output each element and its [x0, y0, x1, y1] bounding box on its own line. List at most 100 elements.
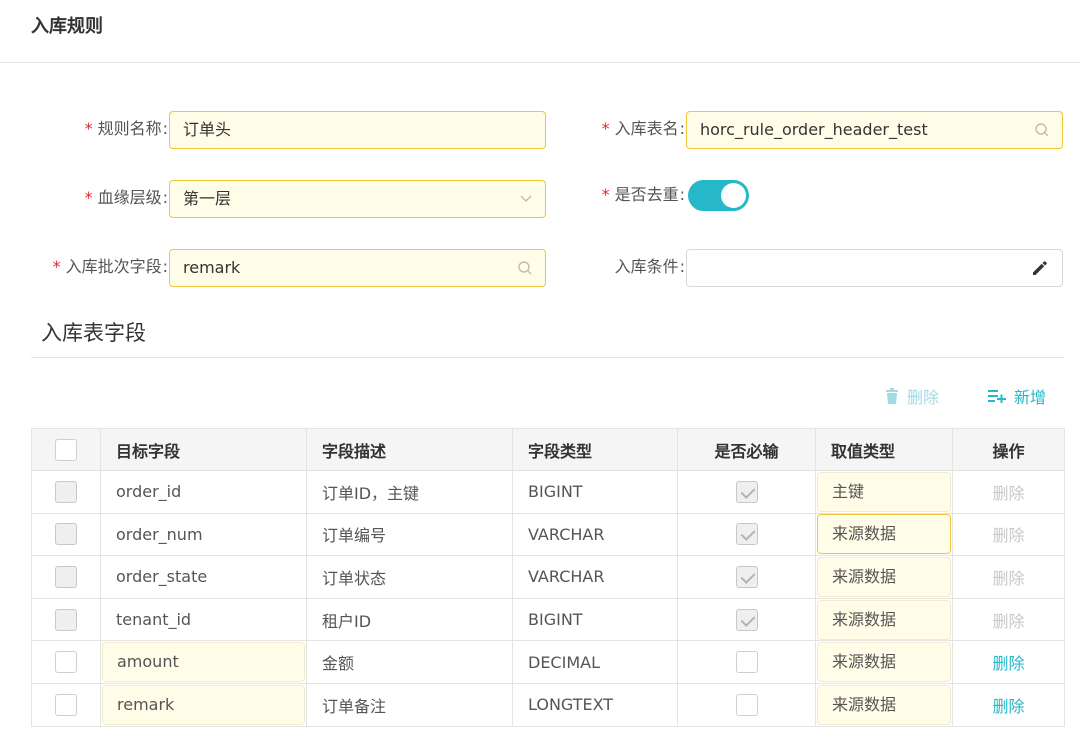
operation-cell: 删除: [952, 597, 1065, 642]
target-field-input[interactable]: amount: [102, 642, 305, 683]
value-type-select[interactable]: 来源数据: [817, 556, 951, 597]
required-mark: *: [601, 119, 610, 138]
target-field-cell: tenant_id: [100, 597, 307, 642]
table-name-input[interactable]: horc_rule_order_header_test: [686, 111, 1063, 149]
section-divider: [31, 357, 1064, 358]
toggle-knob: [721, 183, 746, 208]
value-type-select[interactable]: 来源数据: [817, 599, 951, 640]
row-select-cell: [31, 640, 101, 684]
fields-section-title: 入库表字段: [41, 321, 146, 345]
table-row: remark 订单备注 LONGTEXT 来源数据 删除: [31, 682, 1065, 727]
edit-pencil-icon[interactable]: [1030, 250, 1050, 286]
value-type-cell[interactable]: 来源数据: [815, 597, 953, 642]
batch-field-input[interactable]: remark: [169, 249, 546, 287]
field-desc-cell: 订单备注: [306, 682, 513, 727]
column-header[interactable]: 目标字段: [100, 428, 307, 471]
field-desc-cell: 订单状态: [306, 555, 513, 599]
field-type-cell: VARCHAR: [512, 512, 678, 557]
rule-name-input[interactable]: 订单头: [169, 111, 546, 149]
target-field-cell[interactable]: amount: [100, 640, 307, 684]
required-mark: *: [84, 119, 93, 138]
required-cell: [677, 597, 816, 642]
row-checkbox[interactable]: [55, 693, 77, 716]
fields-table: 目标字段 字段描述 字段类型 是否必输 取值类型 操作 order_id 订单I…: [31, 428, 1065, 727]
required-mark: *: [84, 188, 93, 207]
rule-name-label: * 规则名称:: [84, 119, 168, 138]
add-button[interactable]: 新增: [988, 384, 1046, 408]
value-type-select[interactable]: 来源数据: [817, 514, 951, 555]
row-delete-link: 删除: [992, 611, 1025, 631]
row-delete-link: 删除: [992, 483, 1025, 503]
required-checkbox[interactable]: [735, 651, 758, 674]
row-delete-link[interactable]: 删除: [992, 654, 1024, 673]
row-select-cell: [31, 555, 101, 599]
table-name-label: * 入库表名:: [601, 119, 685, 138]
value-type-cell[interactable]: 来源数据: [815, 555, 953, 599]
batch-field-label: * 入库批次字段:: [52, 257, 168, 276]
value-type-cell[interactable]: 来源数据: [815, 640, 953, 684]
row-select-cell: [31, 470, 101, 514]
dedup-toggle[interactable]: [688, 180, 749, 211]
required-cell: [677, 555, 816, 599]
required-checkbox: [735, 608, 758, 631]
column-header: 操作: [952, 428, 1065, 471]
lineage-level-select[interactable]: 第一层: [169, 180, 546, 218]
target-field-cell: order_num: [100, 512, 307, 557]
value-type-cell[interactable]: 主键: [815, 470, 953, 514]
required-mark: *: [52, 257, 61, 276]
table-row: tenant_id 租户ID BIGINT 来源数据 删除: [31, 597, 1065, 642]
trash-icon: [885, 388, 899, 404]
condition-input[interactable]: [686, 249, 1063, 287]
search-icon[interactable]: [517, 250, 533, 286]
field-type-cell: VARCHAR: [512, 555, 678, 599]
column-header[interactable]: 字段类型: [512, 428, 678, 471]
required-mark: *: [601, 185, 610, 204]
row-select-cell: [31, 512, 101, 557]
field-type-cell: DECIMAL: [512, 640, 678, 684]
table-row: order_state 订单状态 VARCHAR 来源数据 删除: [31, 555, 1065, 599]
delete-button[interactable]: 删除: [885, 384, 939, 408]
table-header-row: 目标字段 字段描述 字段类型 是否必输 取值类型 操作: [31, 428, 1065, 471]
required-checkbox[interactable]: [735, 693, 758, 716]
row-delete-link[interactable]: 删除: [992, 697, 1024, 716]
table-row: order_num 订单编号 VARCHAR 来源数据 删除: [31, 512, 1065, 557]
operation-cell: 删除: [952, 682, 1065, 727]
required-checkbox: [735, 565, 758, 588]
value-type-cell[interactable]: 来源数据: [815, 512, 953, 557]
value-type-cell[interactable]: 来源数据: [815, 682, 953, 727]
row-select-cell: [31, 597, 101, 642]
field-type-cell: BIGINT: [512, 470, 678, 514]
field-desc-cell: 订单ID，主键: [306, 470, 513, 514]
column-header[interactable]: 字段描述: [306, 428, 513, 471]
search-icon[interactable]: [1034, 112, 1050, 148]
value-type-select[interactable]: 主键: [817, 471, 951, 512]
field-type-cell: LONGTEXT: [512, 682, 678, 727]
row-delete-link: 删除: [992, 568, 1025, 588]
table-row: order_id 订单ID，主键 BIGINT 主键 删除: [31, 470, 1065, 514]
row-delete-link: 删除: [992, 526, 1025, 546]
operation-cell: 删除: [952, 555, 1065, 599]
select-all-checkbox[interactable]: [55, 438, 77, 461]
row-checkbox[interactable]: [55, 608, 77, 631]
target-field-cell[interactable]: remark: [100, 682, 307, 727]
operation-cell: 删除: [952, 640, 1065, 684]
condition-label: 入库条件:: [614, 257, 685, 276]
column-header[interactable]: 是否必输: [677, 428, 816, 471]
target-field-input[interactable]: remark: [102, 684, 305, 725]
required-cell: [677, 512, 816, 557]
required-cell: [677, 682, 816, 727]
required-checkbox: [735, 523, 758, 546]
value-type-select[interactable]: 来源数据: [817, 684, 951, 725]
column-header[interactable]: 取值类型: [815, 428, 953, 471]
table-row: amount 金额 DECIMAL 来源数据 删除: [31, 640, 1065, 684]
row-checkbox[interactable]: [55, 565, 77, 588]
field-desc-cell: 租户ID: [306, 597, 513, 642]
row-checkbox[interactable]: [55, 480, 77, 503]
row-checkbox[interactable]: [55, 523, 77, 546]
operation-cell: 删除: [952, 512, 1065, 557]
required-cell: [677, 640, 816, 684]
value-type-select[interactable]: 来源数据: [817, 642, 951, 683]
row-checkbox[interactable]: [55, 651, 77, 674]
lineage-level-label: * 血缘层级:: [84, 188, 168, 207]
target-field-cell: order_state: [100, 555, 307, 599]
